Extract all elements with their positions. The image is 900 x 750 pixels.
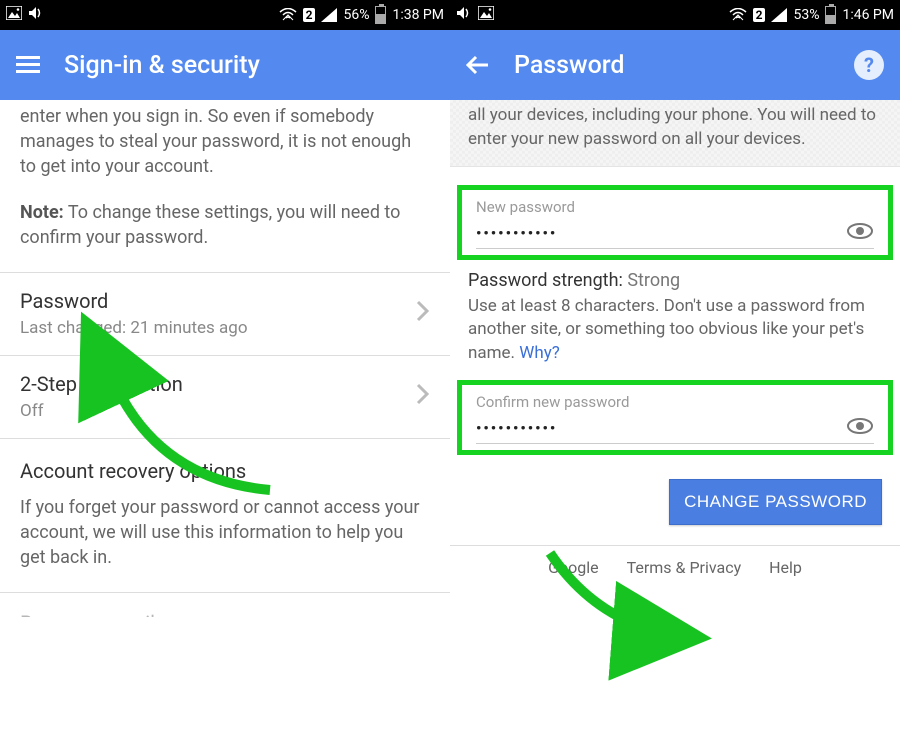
field-label: Confirm new password bbox=[476, 393, 874, 411]
signal-icon bbox=[771, 8, 787, 22]
info-banner-text: all your devices, including your phone. … bbox=[468, 100, 882, 152]
row-two-step-sub: Off bbox=[20, 400, 183, 424]
back-icon[interactable] bbox=[466, 55, 490, 75]
battery-icon bbox=[825, 6, 836, 24]
sim-badge: 2 bbox=[303, 8, 316, 22]
content: xxxxxxxxxx xxx xxxx xx xxxx xxxxx xxx xx… bbox=[0, 94, 450, 617]
recovery-title: Account recovery options bbox=[20, 439, 430, 495]
change-password-button[interactable]: CHANGE PASSWORD bbox=[669, 479, 882, 525]
battery-percent: 56% bbox=[343, 7, 369, 23]
clock: 1:38 PM bbox=[392, 7, 444, 23]
footer-links: Google Terms & Privacy Help bbox=[450, 545, 900, 589]
why-link[interactable]: Why? bbox=[519, 343, 560, 363]
footer-help[interactable]: Help bbox=[769, 558, 802, 577]
screen-password: 2 53% 1:46 PM Password ? all your device… bbox=[450, 0, 900, 750]
visibility-toggle-icon[interactable] bbox=[846, 417, 874, 439]
row-recovery-email[interactable]: Recovery email bbox=[20, 593, 430, 617]
status-bar: 2 56% 1:38 PM bbox=[0, 0, 450, 30]
row-two-step[interactable]: 2-Step Verification Off bbox=[20, 356, 430, 438]
new-password-field[interactable]: New password ••••••••••• bbox=[457, 185, 893, 260]
status-bar: 2 53% 1:46 PM bbox=[450, 0, 900, 30]
footer-google[interactable]: Google bbox=[548, 558, 599, 577]
field-label: New password bbox=[476, 198, 874, 216]
row-password-label: Password bbox=[20, 287, 248, 315]
sim-badge: 2 bbox=[753, 8, 766, 22]
chevron-right-icon bbox=[416, 379, 430, 415]
password-value[interactable]: ••••••••••• bbox=[476, 224, 557, 242]
signal-icon bbox=[321, 8, 337, 22]
chevron-right-icon bbox=[416, 296, 430, 332]
wifi-icon bbox=[279, 8, 297, 22]
screen-signin-security: 2 56% 1:38 PM Sign-in & security xxxxxxx… bbox=[0, 0, 450, 750]
help-icon[interactable]: ? bbox=[854, 50, 884, 80]
password-strength: Password strength: Strong bbox=[450, 270, 900, 291]
info-banner: all your devices, including your phone. … bbox=[450, 100, 900, 167]
image-icon bbox=[478, 6, 494, 24]
battery-icon bbox=[375, 6, 386, 24]
footer-terms[interactable]: Terms & Privacy bbox=[627, 558, 742, 577]
visibility-toggle-icon[interactable] bbox=[846, 222, 874, 244]
app-bar: Password ? bbox=[450, 30, 900, 100]
battery-percent: 53% bbox=[793, 7, 819, 23]
strength-value: Strong bbox=[627, 270, 680, 291]
image-icon bbox=[6, 6, 22, 24]
menu-icon[interactable] bbox=[16, 56, 40, 74]
recovery-text: If you forget your password or cannot ac… bbox=[20, 495, 430, 593]
page-title: Sign-in & security bbox=[64, 51, 434, 80]
clock: 1:46 PM bbox=[842, 7, 894, 23]
password-value[interactable]: ••••••••••• bbox=[476, 419, 557, 437]
note-label: Note: bbox=[20, 202, 64, 223]
note-text: To change these settings, you will need … bbox=[20, 202, 400, 248]
row-password-sub: Last changed: 21 minutes ago bbox=[20, 317, 248, 341]
confirm-password-field[interactable]: Confirm new password ••••••••••• bbox=[457, 380, 893, 455]
password-hint: Use at least 8 characters. Don't use a p… bbox=[450, 291, 900, 366]
volume-icon bbox=[28, 6, 44, 24]
row-password[interactable]: Password Last changed: 21 minutes ago bbox=[20, 273, 430, 355]
wifi-icon bbox=[729, 8, 747, 22]
volume-icon bbox=[456, 6, 472, 24]
strength-label: Password strength: bbox=[468, 270, 627, 291]
page-title: Password bbox=[514, 51, 830, 80]
row-two-step-label: 2-Step Verification bbox=[20, 370, 183, 398]
intro-text: enter when you sign in. So even if someb… bbox=[20, 104, 430, 180]
